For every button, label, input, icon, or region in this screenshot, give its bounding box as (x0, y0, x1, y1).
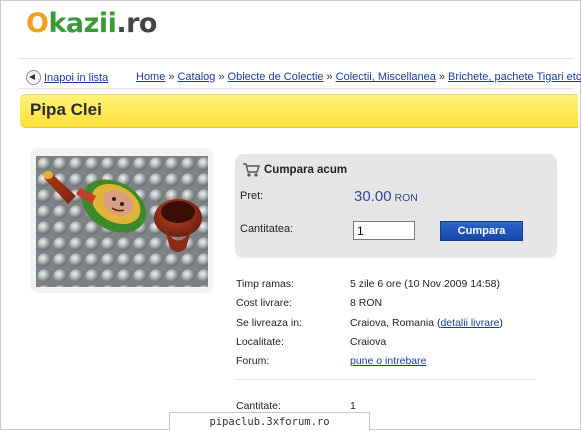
breadcrumb-obiecte-de-colectie[interactable]: Obiecte de Colectie (228, 71, 324, 83)
header-divider (18, 58, 574, 59)
delivered-in-value: Craiova, Romania (350, 317, 435, 329)
quantity-input[interactable] (353, 221, 415, 240)
locality-value: Craiova (350, 336, 387, 348)
shopping-cart-icon (243, 163, 260, 177)
breadcrumb: Home» Catalog» Obiecte de Colectie» Colecti… (136, 71, 581, 83)
back-to-list-link[interactable]: Inapoi in lista (44, 72, 108, 84)
breadcrumb-catalog[interactable]: Catalog (177, 71, 215, 83)
back-arrow-icon (26, 70, 41, 85)
breadcrumb-brichete-pachete[interactable]: Brichete, pachete Tigari etc (448, 71, 581, 83)
forum-watermark: pipaclub.3xforum.ro (169, 412, 370, 431)
shipping-cost-label: Cost livrare: (236, 297, 293, 309)
stock-quantity-value: 1 (350, 400, 356, 412)
price-value: 30.00 (354, 188, 392, 205)
breadcrumb-separator: » (326, 71, 333, 83)
site-logo[interactable]: Okazii.ro (26, 6, 157, 42)
stock-quantity-label: Cantitate: (236, 400, 281, 412)
price-label: Pret: (240, 190, 264, 202)
breadcrumb-separator: » (168, 71, 175, 83)
product-photo[interactable] (36, 156, 208, 287)
back-to-list[interactable]: Inapoi in lista (26, 70, 108, 85)
breadcrumb-home[interactable]: Home (136, 71, 165, 83)
breadcrumb-colectii-miscellanea[interactable]: Colectii, Miscellanea (336, 71, 436, 83)
delivery-details-link[interactable]: detalii livrare (440, 317, 499, 329)
time-left-value: 5 zile 6 ore (10 Nov 2009 14:58) (350, 278, 501, 290)
price-currency: RON (394, 192, 418, 204)
delivery-link-close: ) (499, 317, 503, 329)
forum-label: Forum: (236, 355, 270, 367)
breadcrumb-separator: » (218, 71, 225, 83)
details-divider (234, 379, 536, 380)
delivered-in-row: Craiova, Romania (detalii livrare) (350, 317, 503, 329)
buy-button[interactable]: Cumpara (440, 221, 523, 241)
locality-label: Localitate: (236, 336, 284, 348)
ask-question-link[interactable]: pune o intrebare (350, 355, 426, 367)
breadcrumb-divider (18, 88, 574, 89)
price-display: 30.00 RON (354, 188, 418, 205)
time-left-label: Timp ramas: (236, 278, 294, 290)
quantity-label: Cantitatea: (240, 223, 294, 235)
delivered-in-label: Se livreaza in: (236, 317, 302, 329)
breadcrumb-separator: » (438, 71, 446, 83)
buy-now-title: Cumpara acum (264, 164, 348, 176)
page-title: Pipa Clei (30, 100, 102, 119)
title-bar: Pipa Clei (20, 94, 578, 128)
shipping-cost-value: 8 RON (350, 297, 383, 309)
